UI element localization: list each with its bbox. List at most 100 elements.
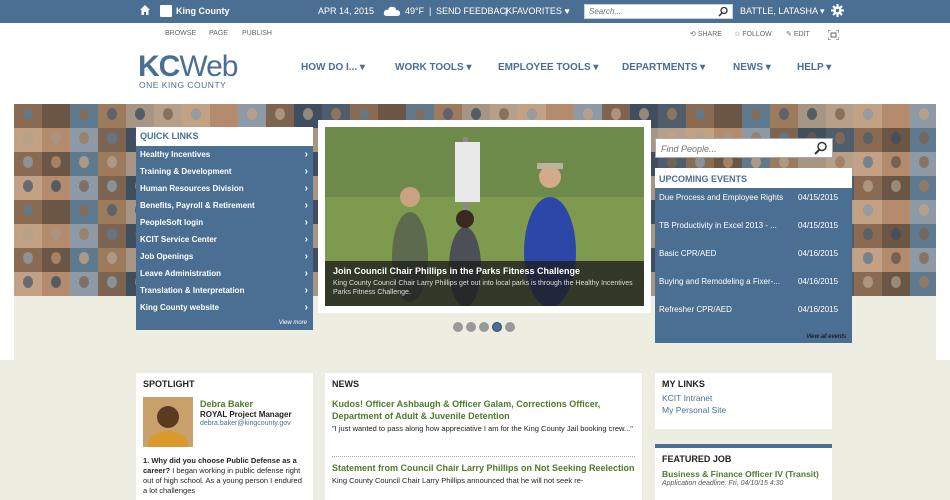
news-body: King County Council Chair Larry Phillips… [332,476,584,485]
quick-link-item[interactable]: Leave Administration › [136,265,313,282]
search-input[interactable] [585,5,710,18]
ribbon-tab-publish[interactable]: PUBLISH [242,30,272,37]
nav-employee-tools[interactable]: EMPLOYEE TOOLS ▾ [498,62,598,73]
employee-photo-tile [14,272,42,296]
nav-label: HELP [797,62,824,73]
employee-photo-tile [770,104,798,128]
quick-link-item[interactable]: Healthy Incentives › [136,146,313,163]
pencil-icon: ✎ [786,31,792,38]
employee-photo-tile [910,104,936,128]
quick-link-item[interactable]: King County website › [136,299,313,316]
employee-photo-tile [98,128,126,152]
quick-link-label: Translation & Interpretation [140,286,245,295]
site-name[interactable]: King County [176,6,230,16]
chevron-right-icon: › [304,166,308,177]
quick-link-item[interactable]: Translation & Interpretation › [136,282,313,299]
carousel-dot[interactable] [505,322,515,332]
events-title: UPCOMING EVENTS [655,168,852,188]
spotlight-name[interactable]: Debra Baker [200,399,253,409]
nav-help[interactable]: HELP ▾ [797,62,831,73]
ribbon-tab-browse[interactable]: BROWSE [165,30,196,37]
quick-link-label: Leave Administration [140,269,222,278]
nav-how-do-i[interactable]: HOW DO I... ▾ [301,62,365,73]
employee-photo-tile [910,152,936,176]
event-name: Basic CPR/AED [659,249,717,258]
nav-departments[interactable]: DEPARTMENTS ▾ [622,62,705,73]
event-item[interactable]: Refresher CPR/AED 04/16/2015 [655,300,852,328]
share-button[interactable]: ⟲ SHARE [690,30,722,38]
carousel-dot[interactable] [466,322,476,332]
news-headline[interactable]: Kudos! Officer Ashbaugh & Officer Galam,… [332,398,637,422]
event-item[interactable]: Due Process and Employee Rights 04/15/201… [655,188,852,216]
quick-link-label: KCIT Service Center [140,235,217,244]
search-icon[interactable] [718,6,729,19]
quick-link-label: PeopleSoft login [140,218,204,227]
view-all-events-link[interactable]: View all events [806,334,846,340]
employee-photo-tile [70,152,98,176]
home-icon[interactable] [139,4,151,16]
employee-photo-tile [42,200,70,224]
employee-photo-tile [70,272,98,296]
event-item[interactable]: Buying and Remodeling a Fixer-... 04/16/2… [655,272,852,300]
employee-photo-tile [14,128,42,152]
nav-label: NEWS [733,62,763,73]
kcweb-logo[interactable]: KCWeb ONE KING COUNTY [138,50,239,90]
quick-link-item[interactable]: Benefits, Payroll & Retirement › [136,197,313,214]
quick-link-item[interactable]: Training & Development › [136,163,313,180]
featured-job-name[interactable]: Business & Finance Officer IV (Transit) [655,469,832,480]
king-county-logo-icon[interactable] [160,5,172,17]
employee-photo-tile [910,128,936,152]
chevron-right-icon: › [304,268,308,279]
employee-photo-tile [266,104,294,128]
search-icon[interactable] [814,141,828,160]
gear-icon[interactable] [831,4,844,19]
carousel-dot[interactable] [479,322,489,332]
employee-photo-tile [14,248,42,272]
event-item[interactable]: Basic CPR/AED 04/16/2015 [655,244,852,272]
feature-title[interactable]: Join Council Chair Phillips in the Parks… [333,266,636,276]
spotlight-email[interactable]: debra.baker@kingcounty.gov [200,420,291,427]
chevron-right-icon: › [304,149,308,160]
share-icon: ⟲ [690,31,696,38]
quick-link-item[interactable]: Human Resources Division › [136,180,313,197]
feature-description: King County Council Chair Larry Phillips… [333,280,633,296]
employee-photo-tile [882,128,910,152]
caret-down-icon: ▾ [466,62,472,73]
nav-work-tools[interactable]: WORK TOOLS ▾ [395,62,472,73]
chevron-right-icon: › [304,302,308,313]
quick-link-item[interactable]: KCIT Service Center › [136,231,313,248]
employee-photo-tile [714,104,742,128]
employee-photo-tile [882,176,910,200]
chevron-right-icon: › [304,234,308,245]
news-body: "I just wanted to pass along how appreci… [332,424,633,433]
employee-photo-tile [882,224,910,248]
follow-button[interactable]: ☆ FOLLOW [734,30,772,38]
temperature: 49°F [405,6,425,16]
find-people-box[interactable] [655,138,833,158]
news-headline[interactable]: Statement from Council Chair Larry Phill… [332,462,637,474]
view-more-link[interactable]: View more [279,320,307,326]
user-menu[interactable]: BATTLE, LATASHA ▾ [740,6,825,17]
feature-carousel[interactable]: Join Council Chair Phillips in the Parks… [318,120,651,313]
employee-photo-tile [98,272,126,296]
caret-down-icon: ▾ [826,62,832,73]
edit-button[interactable]: ✎ EDIT [786,30,810,38]
quick-link-item[interactable]: PeopleSoft login › [136,214,313,231]
find-people-input[interactable] [656,140,806,158]
focus-content-icon[interactable] [827,29,840,42]
employee-photo-tile [70,176,98,200]
send-feedback-link[interactable]: SEND FEEDBACK [436,6,512,16]
my-link-item[interactable]: My Personal Site [655,404,832,416]
ribbon-tab-page[interactable]: PAGE [209,30,228,37]
search-box[interactable] [584,4,733,19]
quick-link-item[interactable]: Job Openings › [136,248,313,265]
carousel-dot[interactable] [453,322,463,332]
nav-news[interactable]: NEWS ▾ [733,62,771,73]
event-item[interactable]: TB Productivity in Excel 2013 - ... 04/15… [655,216,852,244]
my-link-item[interactable]: KCIT Intranet [655,392,832,404]
feature-image[interactable]: Join Council Chair Phillips in the Parks… [325,127,644,306]
featured-job-title: FEATURED JOB [662,454,732,464]
carousel-dot[interactable] [492,322,502,332]
employee-photo-tile [882,152,910,176]
favorites-link[interactable]: FAVORITES ♥ [512,6,570,16]
